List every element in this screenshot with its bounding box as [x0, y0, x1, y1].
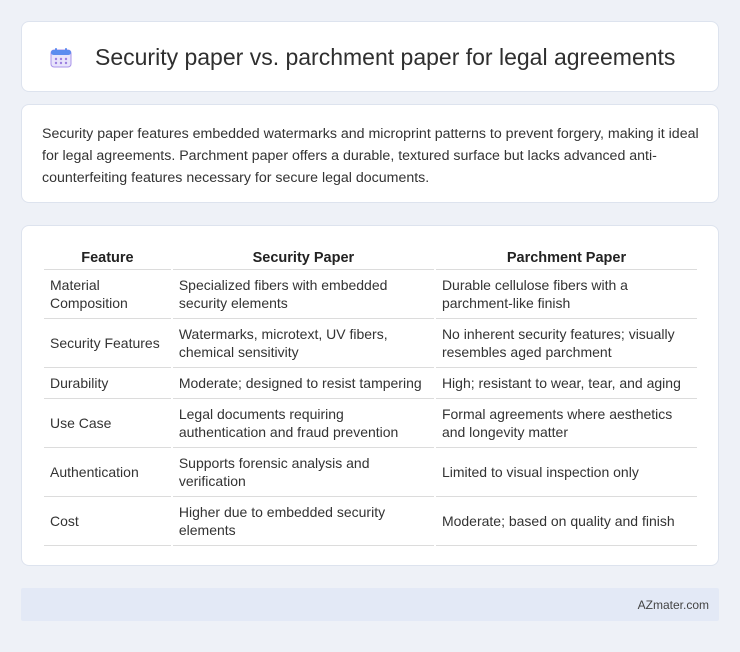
summary-text: Security paper features embedded waterma…: [42, 126, 699, 186]
table-cell: Legal documents requiring authentication…: [172, 399, 434, 448]
table-cell: Moderate; based on quality and finish: [435, 497, 697, 546]
comparison-table: Feature Security Paper Parchment Paper M…: [42, 245, 699, 546]
column-header-parchment-paper: Parchment Paper: [435, 245, 697, 270]
table-cell: Specialized fibers with embedded securit…: [172, 270, 434, 319]
table-header-row: Feature Security Paper Parchment Paper: [44, 245, 697, 270]
table-row: Authentication Supports forensic analysi…: [44, 448, 697, 497]
comparison-table-card: Feature Security Paper Parchment Paper M…: [21, 225, 719, 566]
table-cell: Use Case: [44, 399, 171, 448]
page-title: Security paper vs. parchment paper for l…: [95, 44, 676, 70]
table-cell: Durable cellulose fibers with a parchmen…: [435, 270, 697, 319]
table-cell: Higher due to embedded security elements: [172, 497, 434, 546]
table-cell: No inherent security features; visually …: [435, 319, 697, 368]
table-cell: High; resistant to wear, tear, and aging: [435, 368, 697, 399]
calendar-icon: [50, 48, 72, 68]
table-cell: Watermarks, microtext, UV fibers, chemic…: [172, 319, 434, 368]
summary-card: Security paper features embedded waterma…: [21, 104, 719, 203]
title-card: Security paper vs. parchment paper for l…: [21, 21, 719, 92]
table-row: Durability Moderate; designed to resist …: [44, 368, 697, 399]
table-cell: Authentication: [44, 448, 171, 497]
footer: AZmater.com: [21, 588, 719, 621]
column-header-security-paper: Security Paper: [172, 245, 434, 270]
table-cell: Moderate; designed to resist tampering: [172, 368, 434, 399]
table-row: Use Case Legal documents requiring authe…: [44, 399, 697, 448]
table-row: Cost Higher due to embedded security ele…: [44, 497, 697, 546]
table-cell: Formal agreements where aesthetics and l…: [435, 399, 697, 448]
table-cell: Security Features: [44, 319, 171, 368]
table-cell: Limited to visual inspection only: [435, 448, 697, 497]
table-cell: Durability: [44, 368, 171, 399]
footer-site-link[interactable]: AZmater.com: [638, 598, 709, 612]
table-cell: Cost: [44, 497, 171, 546]
table-row: Material Composition Specialized fibers …: [44, 270, 697, 319]
table-cell: Material Composition: [44, 270, 171, 319]
table-row: Security Features Watermarks, microtext,…: [44, 319, 697, 368]
column-header-feature: Feature: [44, 245, 171, 270]
table-cell: Supports forensic analysis and verificat…: [172, 448, 434, 497]
